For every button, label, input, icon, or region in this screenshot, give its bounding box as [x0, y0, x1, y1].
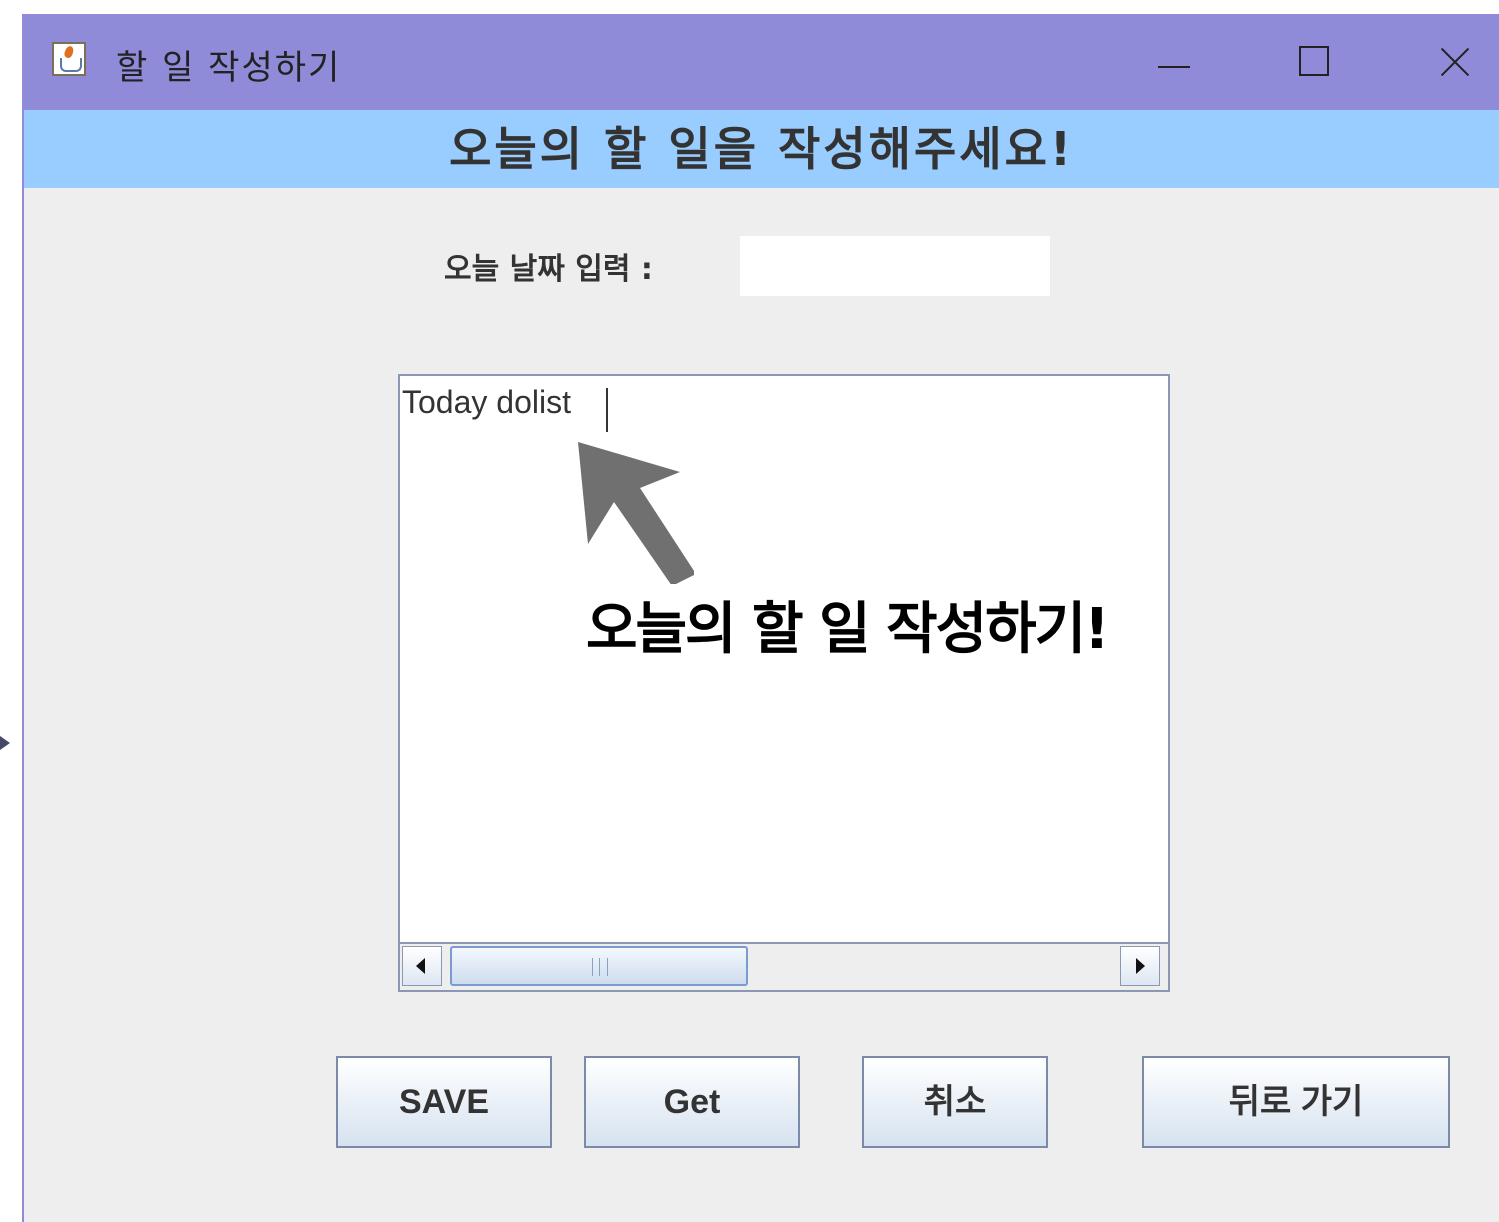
cup-icon-part	[60, 58, 82, 72]
maximize-icon	[1299, 46, 1329, 76]
close-button[interactable]	[1424, 36, 1484, 88]
window-title: 할 일 작성하기	[116, 48, 342, 88]
java-cup-icon	[52, 42, 86, 76]
annotation-arrow-shape	[578, 442, 694, 584]
scroll-right-button[interactable]	[1120, 946, 1160, 986]
page-title: 오늘의 할 일을 작성해주세요!	[449, 122, 1074, 176]
todo-scroll-pane: Today dolist	[398, 374, 1170, 992]
text-caret	[606, 388, 608, 432]
horizontal-scrollbar[interactable]	[400, 942, 1168, 990]
screen: 할 일 작성하기 오늘의 할 일을 작성해주세요! 오늘 날짜 입력 : Tod…	[0, 0, 1499, 1222]
app-window: 할 일 작성하기 오늘의 할 일을 작성해주세요! 오늘 날짜 입력 : Tod…	[22, 14, 1499, 1222]
annotation-text: 오늘의 할 일 작성하기!	[586, 597, 1110, 662]
scroll-thumb[interactable]	[450, 946, 748, 986]
cancel-button[interactable]: 취소	[862, 1056, 1048, 1148]
save-button[interactable]: SAVE	[336, 1056, 552, 1148]
minimize-button[interactable]	[1144, 36, 1204, 88]
annotation-arrow-icon	[578, 442, 694, 584]
get-button[interactable]: Get	[584, 1056, 800, 1148]
minimize-icon	[1158, 66, 1190, 68]
date-label: 오늘 날짜 입력 :	[444, 252, 653, 287]
title-bar[interactable]: 할 일 작성하기	[24, 14, 1499, 110]
grip-icon	[592, 958, 608, 976]
flame-icon-part	[63, 44, 75, 60]
date-input[interactable]	[740, 236, 1050, 296]
back-button[interactable]: 뒤로 가기	[1142, 1056, 1450, 1148]
arrow-right-icon	[1136, 958, 1145, 974]
header-banner: 오늘의 할 일을 작성해주세요!	[24, 110, 1499, 188]
scroll-left-button[interactable]	[402, 946, 442, 986]
pointer-arrow-icon	[0, 736, 10, 750]
arrow-left-icon	[416, 958, 425, 974]
maximize-button[interactable]	[1286, 36, 1346, 88]
